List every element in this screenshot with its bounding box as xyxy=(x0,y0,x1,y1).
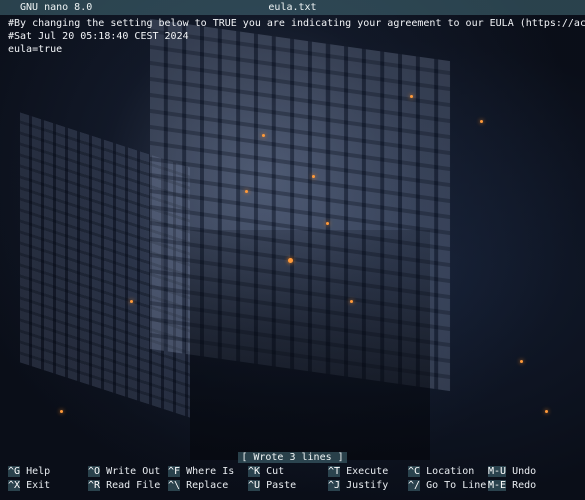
shortcut-row: ^X Exit ^R Read File ^\ Replace ^U Paste… xyxy=(8,479,585,493)
shortcut-label: Undo xyxy=(512,466,537,477)
shortcut-key: ^/ xyxy=(408,480,421,491)
shortcut-help-bar: ^G Help ^O Write Out ^F Where Is ^K Cut … xyxy=(8,465,585,493)
shortcut-key: ^R xyxy=(88,480,101,491)
shortcut-help[interactable]: ^G Help xyxy=(8,465,50,478)
shortcut-justify[interactable]: ^J Justify xyxy=(328,479,388,492)
shortcut-label: Redo xyxy=(512,480,537,491)
shortcut-label: Read File xyxy=(106,480,161,491)
wallpaper-spark xyxy=(350,300,353,303)
status-bar: [ Wrote 3 lines ] xyxy=(0,451,585,464)
shortcut-exit[interactable]: ^X Exit xyxy=(8,479,50,492)
wallpaper-spark xyxy=(60,410,63,413)
shortcut-read-file[interactable]: ^R Read File xyxy=(88,479,160,492)
shortcut-key: ^T xyxy=(328,466,341,477)
shortcut-cut[interactable]: ^K Cut xyxy=(248,465,284,478)
shortcut-key: M-E xyxy=(488,480,507,491)
shortcut-label: Where Is xyxy=(186,466,235,477)
file-name: eula.txt xyxy=(268,2,317,13)
editor-buffer[interactable]: #By changing the setting below to TRUE y… xyxy=(8,17,585,56)
wallpaper-spark xyxy=(326,222,329,225)
wallpaper-spark xyxy=(130,300,133,303)
shortcut-label: Replace xyxy=(186,480,229,491)
shortcut-label: Paste xyxy=(266,480,297,491)
shortcut-key: ^F xyxy=(168,466,181,477)
background-wallpaper xyxy=(0,0,585,500)
shortcut-location[interactable]: ^C Location xyxy=(408,465,474,478)
shortcut-label: Execute xyxy=(346,466,389,477)
wallpaper-spark xyxy=(245,190,248,193)
wallpaper-spark xyxy=(480,120,483,123)
wallpaper-spark xyxy=(545,410,548,413)
shortcut-label: Justify xyxy=(346,480,389,491)
shortcut-key: ^U xyxy=(248,480,261,491)
shortcut-key: ^\ xyxy=(168,480,181,491)
shortcut-execute[interactable]: ^T Execute xyxy=(328,465,388,478)
wallpaper-spark xyxy=(262,134,265,137)
shortcut-label: Write Out xyxy=(106,466,161,477)
shortcut-key: ^O xyxy=(88,466,101,477)
shortcut-key: ^K xyxy=(248,466,261,477)
wallpaper-spark xyxy=(288,258,293,263)
shortcut-where-is[interactable]: ^F Where Is xyxy=(168,465,234,478)
shortcut-undo[interactable]: M-U Undo xyxy=(488,465,536,478)
shortcut-paste[interactable]: ^U Paste xyxy=(248,479,296,492)
shortcut-key: M-U xyxy=(488,466,507,477)
shortcut-label: Cut xyxy=(266,466,285,477)
shortcut-row: ^G Help ^O Write Out ^F Where Is ^K Cut … xyxy=(8,465,585,479)
shortcut-label: Exit xyxy=(26,480,51,491)
wallpaper-shadow xyxy=(190,230,430,460)
wallpaper-spark xyxy=(410,95,413,98)
wallpaper-spark xyxy=(312,175,315,178)
shortcut-label: Go To Line xyxy=(426,480,487,491)
editor-line[interactable]: #Sat Jul 20 05:18:40 CEST 2024 xyxy=(8,30,585,43)
shortcut-label: Help xyxy=(26,466,51,477)
shortcut-key: ^J xyxy=(328,480,341,491)
editor-line[interactable]: #By changing the setting below to TRUE y… xyxy=(8,17,585,30)
shortcut-key: ^X xyxy=(8,480,21,491)
shortcut-label: Location xyxy=(426,466,475,477)
nano-title-bar: GNU nano 8.0 eula.txt xyxy=(0,0,585,15)
shortcut-redo[interactable]: M-E Redo xyxy=(488,479,536,492)
shortcut-key: ^C xyxy=(408,466,421,477)
shortcut-go-to-line[interactable]: ^/ Go To Line xyxy=(408,479,486,492)
shortcut-key: ^G xyxy=(8,466,21,477)
status-message: [ Wrote 3 lines ] xyxy=(238,452,347,463)
editor-line[interactable]: eula=true xyxy=(8,43,585,56)
wallpaper-spark xyxy=(520,360,523,363)
shortcut-replace[interactable]: ^\ Replace xyxy=(168,479,228,492)
shortcut-write-out[interactable]: ^O Write Out xyxy=(88,465,160,478)
